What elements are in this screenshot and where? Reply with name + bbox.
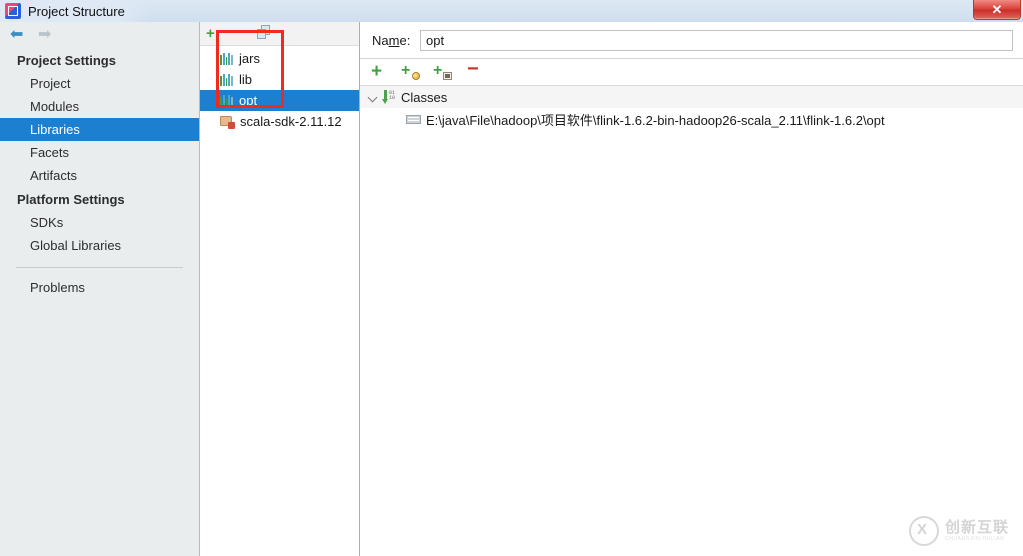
library-icon <box>220 94 233 107</box>
sidebar-group-platform-settings: Platform Settings <box>17 192 125 207</box>
title-bar: Project Structure ✕ <box>0 0 1023 22</box>
list-item-label: jars <box>239 51 260 66</box>
scala-sdk-icon <box>220 115 235 129</box>
arrow-left-icon: ⬅ <box>10 26 24 43</box>
sidebar-item-project[interactable]: Project <box>0 72 199 95</box>
archive-icon <box>443 72 452 80</box>
name-row: Name: <box>360 22 1023 59</box>
copy-icon[interactable] <box>257 25 272 40</box>
navigation-arrows: ⬅ ➡ <box>0 22 199 48</box>
tree-row-path: E:\java\File\hadoop\项目软件\flink-1.6.2-bin… <box>426 112 885 128</box>
list-item-label: scala-sdk-2.11.12 <box>240 114 342 129</box>
sidebar-item-problems[interactable]: Problems <box>0 276 199 299</box>
roots-toolbar: + + + − <box>360 59 1023 86</box>
settings-sidebar: ⬅ ➡ Project Settings Project Modules Lib… <box>0 22 200 556</box>
sidebar-group-project-settings: Project Settings <box>17 53 116 68</box>
library-icon <box>220 52 233 65</box>
list-item[interactable]: scala-sdk-2.11.12 <box>200 111 359 132</box>
folder-icon-body <box>406 115 421 124</box>
sidebar-item-modules[interactable]: Modules <box>0 95 199 118</box>
add-jar-directory-button[interactable]: + <box>433 62 452 81</box>
copy-icon-front-sheet <box>257 29 266 39</box>
sidebar-item-global-libraries[interactable]: Global Libraries <box>0 234 199 257</box>
libraries-list-panel: + jars lib opt scala-sdk-2.11.12 <box>200 22 360 556</box>
library-roots-tree: 01 10 Classes E:\java\File\hadoop\项目软件\fl… <box>360 86 1023 130</box>
forward-button[interactable]: ➡ <box>38 26 56 44</box>
scala-sdk-icon-badge <box>228 122 235 129</box>
project-structure-dialog: Project Structure ✕ ⬅ ➡ Project Settings… <box>0 0 1023 556</box>
libraries-list: jars lib opt scala-sdk-2.11.12 <box>200 46 359 132</box>
add-url-root-button[interactable]: + <box>401 62 420 81</box>
remove-root-button[interactable]: − <box>466 59 484 81</box>
intellij-idea-icon <box>5 3 21 19</box>
libraries-toolbar: + <box>200 22 359 46</box>
name-input[interactable] <box>420 29 1013 51</box>
classes-icon-head <box>382 98 388 104</box>
name-label: Name: <box>372 32 411 48</box>
sidebar-divider <box>16 267 183 268</box>
tree-group-label: Classes <box>401 89 448 105</box>
cx-logo-icon <box>908 516 939 546</box>
library-details-panel: Name: + + + − <box>360 22 1023 556</box>
list-item[interactable]: jars <box>200 48 359 69</box>
add-root-button[interactable]: + <box>370 61 388 82</box>
watermark-texts: 创新互联 CHUANGXIN HULIAN <box>944 518 1009 543</box>
classes-down-arrow-icon: 01 10 <box>382 89 396 105</box>
plus-icon: + <box>371 61 383 82</box>
window-title: Project Structure <box>28 3 125 19</box>
sidebar-item-artifacts[interactable]: Artifacts <box>0 164 199 187</box>
title-bar-left: Project Structure <box>0 0 151 22</box>
globe-icon <box>412 72 420 80</box>
folder-icon <box>406 113 421 125</box>
back-button[interactable]: ⬅ <box>10 26 28 44</box>
library-icon <box>220 73 233 86</box>
chevron-down-icon[interactable] <box>366 90 380 104</box>
watermark-cn: 创新互联 <box>944 518 1009 536</box>
list-item-label: lib <box>239 72 253 87</box>
watermark-en: CHUANGXIN HULIAN <box>944 535 1005 542</box>
sidebar-item-facets[interactable]: Facets <box>0 141 199 164</box>
dialog-body: ⬅ ➡ Project Settings Project Modules Lib… <box>0 22 1023 556</box>
tree-row[interactable]: E:\java\File\hadoop\项目软件\flink-1.6.2-bin… <box>360 108 1023 130</box>
arrow-right-icon: ➡ <box>38 26 52 43</box>
list-item-selected[interactable]: opt <box>200 90 359 111</box>
plus-icon: + <box>433 62 443 79</box>
list-item-label: opt <box>239 93 258 108</box>
list-item[interactable]: lib <box>200 69 359 90</box>
sidebar-item-sdks[interactable]: SDKs <box>0 211 199 234</box>
plus-icon[interactable]: + <box>206 26 215 41</box>
watermark: 创新互联 CHUANGXIN HULIAN <box>908 516 1009 546</box>
plus-icon: + <box>401 62 411 79</box>
minus-icon: − <box>467 58 479 80</box>
classes-icon-bits: 01 10 <box>389 89 396 101</box>
sidebar-item-libraries[interactable]: Libraries <box>0 118 199 141</box>
close-button[interactable]: ✕ <box>973 0 1021 20</box>
tree-group-classes[interactable]: 01 10 Classes <box>360 86 1023 108</box>
